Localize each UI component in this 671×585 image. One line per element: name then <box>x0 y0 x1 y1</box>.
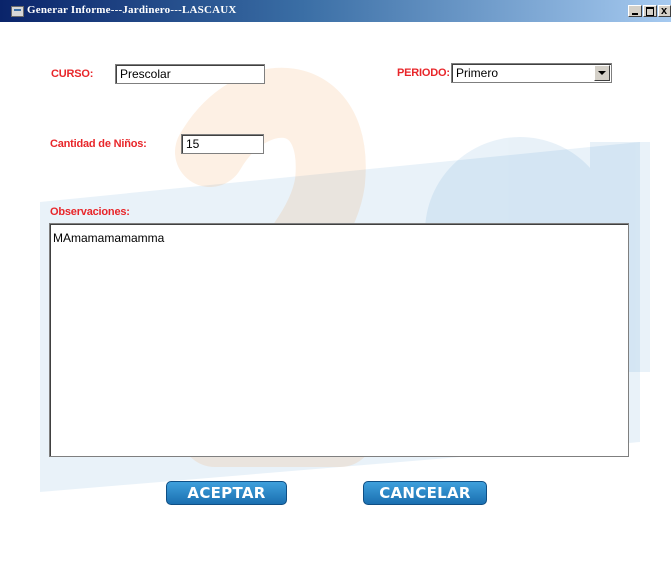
periodo-label: PERIODO: <box>397 67 450 79</box>
close-glyph: x <box>661 5 668 17</box>
observaciones-label: Observaciones: <box>50 206 130 218</box>
cantidad-label: Cantidad de Niños: <box>50 138 147 150</box>
generar-informe-window: Generar Informe---Jardinero---LASCAUX x … <box>0 0 671 585</box>
periodo-selected-value: Primero <box>456 66 499 80</box>
window-app-icon <box>11 6 24 17</box>
curso-input[interactable]: Prescolar <box>115 64 265 84</box>
periodo-select[interactable]: Primero <box>451 63 612 83</box>
curso-label: CURSO: <box>51 68 94 80</box>
close-icon[interactable]: x <box>658 5 671 17</box>
chevron-down-icon[interactable] <box>594 65 610 81</box>
maximize-icon[interactable] <box>643 5 657 17</box>
cantidad-input[interactable]: 15 <box>181 134 264 154</box>
cancelar-button[interactable]: CANCELAR <box>363 481 487 505</box>
observaciones-textarea[interactable]: MAmamamamamma <box>49 223 629 457</box>
title-bar[interactable]: Generar Informe---Jardinero---LASCAUX x <box>0 0 671 22</box>
minimize-icon[interactable] <box>628 5 642 17</box>
aceptar-button[interactable]: ACEPTAR <box>166 481 287 505</box>
window-title: Generar Informe---Jardinero---LASCAUX <box>27 4 237 16</box>
